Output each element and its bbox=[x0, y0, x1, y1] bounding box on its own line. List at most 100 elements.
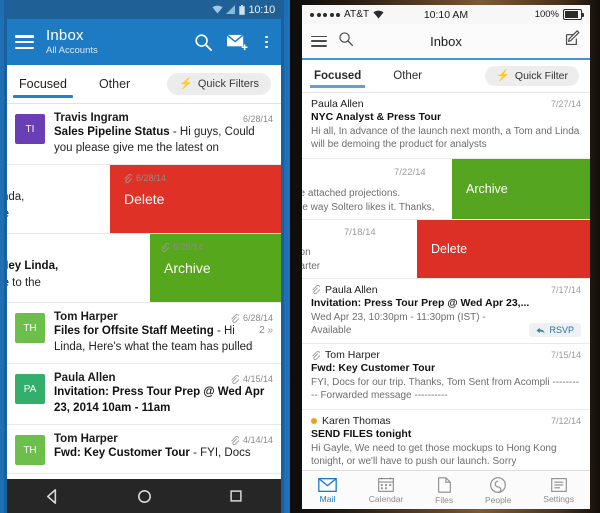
android-title-block: Inbox All Accounts bbox=[46, 28, 194, 56]
quick-filter-button[interactable]: ⚡ Quick Filter bbox=[485, 66, 579, 86]
tab-settings[interactable]: Settings bbox=[543, 477, 574, 504]
list-item-swiped-archive[interactable]: Archive 7/22/14 he attached projections.… bbox=[302, 158, 590, 220]
delete-action[interactable]: Delete bbox=[417, 219, 590, 278]
search-icon[interactable] bbox=[338, 31, 354, 52]
ios-status-right: 100% bbox=[534, 9, 584, 20]
message-header: Paula Allen 7/17/14 bbox=[311, 284, 581, 296]
attachment-icon bbox=[231, 374, 239, 384]
message-meta: 4/14/14 bbox=[230, 433, 273, 445]
carrier-label: AT&T bbox=[344, 9, 370, 20]
android-status-bar: 10:10 bbox=[7, 0, 281, 19]
tab-calendar[interactable]: Calendar bbox=[368, 477, 404, 504]
tab-people[interactable]: People bbox=[485, 476, 511, 505]
message-sender: Paula Allen bbox=[311, 98, 364, 110]
android-screen: 10:10 Inbox All Accounts Focused Other ⚡… bbox=[4, 0, 284, 513]
list-item[interactable]: TH Tom Harper 4/14/14 Fwd: Key Customer … bbox=[7, 425, 281, 475]
message-header: Paula Allen 4/15/14 bbox=[54, 372, 273, 384]
ios-status-bar: AT&T 10:10 AM 100% bbox=[302, 5, 590, 24]
wifi-icon bbox=[373, 10, 384, 19]
rsvp-button[interactable]: RSVP bbox=[529, 323, 581, 337]
tab-label: Calendar bbox=[368, 494, 404, 504]
list-item[interactable]: PA Paula Allen 4/15/14 Invitation: Press… bbox=[7, 364, 281, 426]
tab-other[interactable]: Other bbox=[97, 71, 132, 98]
message-subject: Sales Pipeline Status bbox=[54, 126, 170, 138]
page-title: Inbox bbox=[46, 27, 84, 45]
message-date: 6/28/14 bbox=[242, 313, 273, 324]
message-preview: Files for Offsite Staff Meeting - Hi Lin… bbox=[54, 324, 259, 355]
search-icon[interactable] bbox=[194, 33, 213, 52]
file-icon bbox=[437, 476, 451, 493]
tab-files[interactable]: Files bbox=[435, 476, 454, 505]
tab-focused[interactable]: Focused bbox=[309, 65, 366, 88]
ios-nav-bar: Inbox bbox=[302, 24, 590, 60]
message-sender: Travis Ingram bbox=[54, 112, 129, 124]
tab-mail[interactable]: Mail bbox=[318, 477, 337, 504]
message-header: Tom Harper 6/28/14 bbox=[54, 311, 273, 323]
quick-filter-label: Quick Filter bbox=[514, 70, 568, 82]
android-app-bar-actions bbox=[194, 33, 273, 52]
iphone-screen: AT&T 10:10 AM 100% Inbox Focused Other ⚡… bbox=[302, 5, 590, 509]
compose-icon[interactable] bbox=[564, 30, 581, 52]
archive-label: Archive bbox=[466, 181, 508, 196]
mail-icon bbox=[318, 477, 337, 492]
android-message-list[interactable]: TI Travis Ingram 6/28/14 Sales Pipeline … bbox=[7, 104, 281, 479]
list-item[interactable]: Tom Harper 7/15/14 Fwd: Key Customer Tou… bbox=[302, 344, 590, 410]
list-item-swiped-delete[interactable]: Delete 7/18/14 t on uarter bbox=[302, 219, 590, 279]
message-header: Karen Thomas 7/12/14 bbox=[311, 415, 581, 427]
message-preview: Fwd: Key Customer Tour - FYI, Docs bbox=[54, 446, 273, 462]
avatar-initials: PA bbox=[23, 383, 37, 395]
attachment-icon bbox=[231, 313, 239, 323]
list-item[interactable]: Karen Thomas 7/12/14 SEND FILES tonight … bbox=[302, 409, 590, 470]
ios-tab-bar: Focused Other ⚡ Quick Filter bbox=[302, 60, 590, 93]
battery-percent: 100% bbox=[534, 9, 559, 20]
tab-label: Files bbox=[435, 494, 454, 505]
recents-square-icon[interactable] bbox=[228, 488, 244, 504]
list-item[interactable]: TI Travis Ingram 6/28/14 Sales Pipeline … bbox=[7, 104, 281, 166]
avatar: PA bbox=[15, 374, 45, 405]
back-triangle-icon[interactable] bbox=[44, 488, 61, 505]
attachment-icon bbox=[124, 173, 132, 183]
reply-icon bbox=[537, 327, 545, 334]
avatar: TH bbox=[15, 313, 45, 344]
android-app-bar: Inbox All Accounts bbox=[7, 19, 281, 65]
people-icon bbox=[490, 476, 507, 493]
swiped-line-1: Linda, bbox=[7, 191, 25, 204]
swiped-row-content: 6/28/14 - Hey Linda, ate to the bbox=[7, 234, 281, 302]
quick-filters-button[interactable]: ⚡ Quick Filters bbox=[167, 73, 271, 95]
list-item[interactable]: Paula Allen 7/27/14 NYC Analyst & Press … bbox=[302, 93, 590, 159]
swiped-line-2: the way Soltero likes it. Thanks, bbox=[302, 202, 435, 213]
overflow-menu-icon[interactable] bbox=[262, 35, 271, 49]
ios-message-list[interactable]: Paula Allen 7/27/14 NYC Analyst & Press … bbox=[302, 93, 590, 470]
hamburger-menu-icon[interactable] bbox=[311, 35, 327, 47]
home-circle-icon[interactable] bbox=[136, 488, 153, 505]
message-subject: NYC Analyst & Press Tour bbox=[311, 111, 442, 123]
list-item[interactable]: TH Tom Harper 6/28/14 Files for Offsite … bbox=[7, 303, 281, 365]
message-sender: Paula Allen bbox=[325, 283, 378, 296]
list-item-swiped-delete[interactable]: Delete 6/28/14 Linda, the bbox=[7, 165, 281, 235]
list-item[interactable]: Paula Allen 7/17/14 Invitation: Press To… bbox=[302, 278, 590, 344]
message-preview-row: Files for Offsite Staff Meeting - Hi Lin… bbox=[54, 323, 273, 355]
swiped-row-text: Linda, the bbox=[7, 189, 24, 222]
avatar-initials: TH bbox=[23, 444, 37, 456]
attachment-icon bbox=[312, 350, 320, 360]
message-header: Travis Ingram 6/28/14 bbox=[54, 112, 273, 124]
attachment-icon bbox=[312, 285, 320, 294]
battery-icon bbox=[563, 9, 584, 20]
message-subject: Invitation: Press Tour Prep @ Wed Apr 23… bbox=[54, 386, 265, 414]
hamburger-menu-icon[interactable] bbox=[15, 35, 34, 49]
swiped-line-2: uarter bbox=[302, 261, 321, 272]
message-meta: 6/28/14 bbox=[230, 311, 273, 323]
new-mail-icon[interactable] bbox=[226, 33, 249, 52]
quick-filters-label: Quick Filters bbox=[197, 78, 259, 90]
tab-focused[interactable]: Focused bbox=[13, 71, 73, 98]
list-item-swiped-archive[interactable]: Archive 6/28/14 - Hey Linda, ate to the bbox=[7, 234, 281, 304]
message-subject: Fwd: Key Customer Tour bbox=[54, 447, 190, 460]
message-subject: Fwd: Key Customer Tour bbox=[311, 362, 436, 374]
unread-dot-icon bbox=[311, 417, 317, 424]
message-date: 7/22/14 bbox=[394, 166, 426, 178]
tab-label: Settings bbox=[543, 493, 574, 504]
calendar-icon bbox=[378, 477, 394, 492]
tab-other[interactable]: Other bbox=[392, 65, 423, 88]
attachment-icon bbox=[161, 242, 169, 252]
archive-action[interactable]: Archive bbox=[452, 158, 590, 219]
